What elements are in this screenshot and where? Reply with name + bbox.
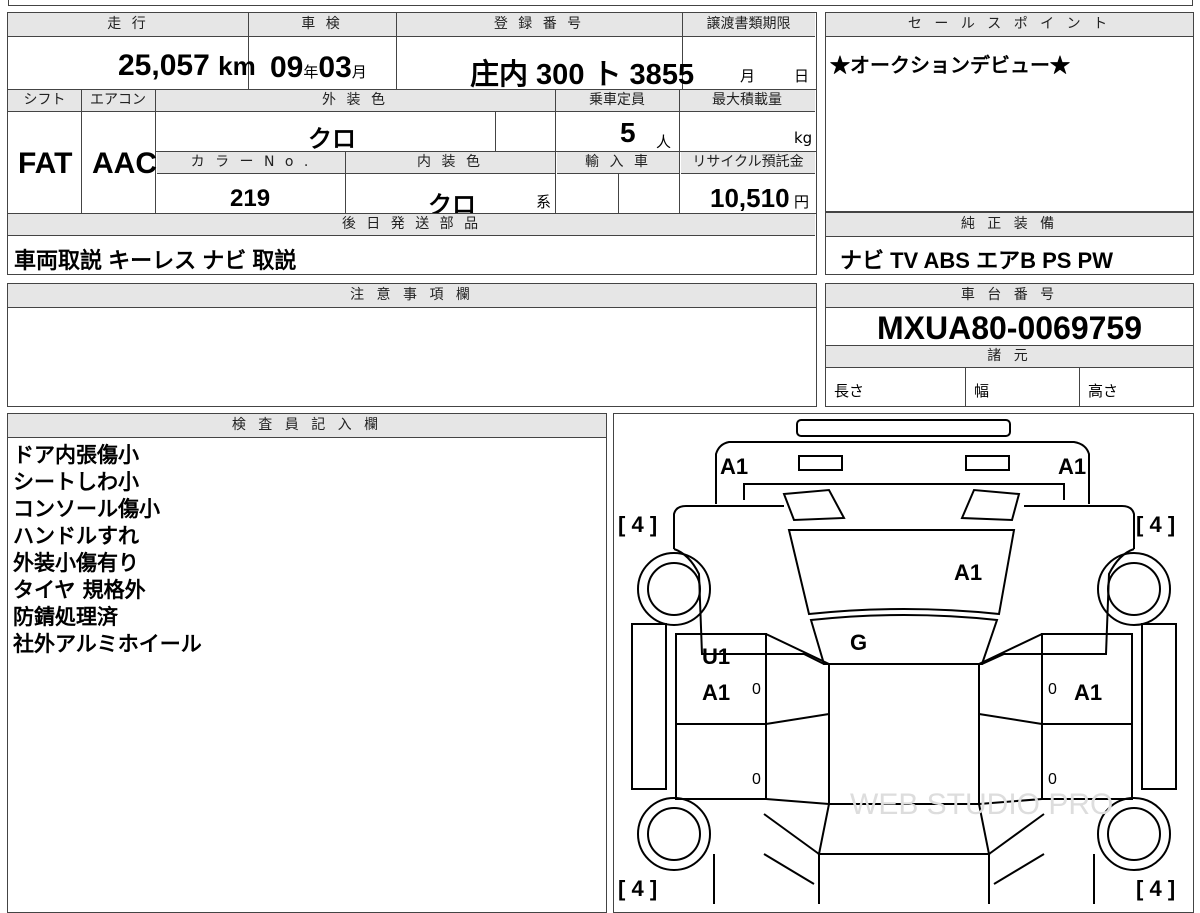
inspector-line: コンソール傷小 [13,497,160,521]
notes-box: 注 意 事 項 欄 [7,283,817,407]
color-no-value: 219 [230,185,271,212]
mark-zero: 0 [1048,771,1057,788]
inspector-line: シートしわ小 [13,470,139,494]
mark-zero: 0 [752,681,761,698]
tire-rear-left: [ 4 ] [618,876,657,901]
registration-value: 庄内 300 ト 3855 [470,59,695,91]
transfer-month-unit: 月 [740,67,756,85]
chassis-box: 車 台 番 号 MXUA80-0069759 諸 元 長さ 幅 高さ [825,283,1194,407]
car-diagram: A1 A1 A1 G U1 A1 A1 0 0 0 0 [ 4 ] [ 4 ] … [618,419,1177,904]
spec-height: 高さ [1088,382,1119,400]
recycle-unit: 円 [794,193,810,211]
mark-zero: 0 [1048,681,1057,698]
top-strip [8,0,1193,6]
mark-hood: A1 [954,560,982,585]
accessories-value: 車両取説 キーレス ナビ 取説 [14,248,297,273]
mark-left-door-2: A1 [702,680,730,705]
genuine-equipment-text: ナビ TV ABS エアB PS PW [840,248,1113,273]
mark-front-right: A1 [1058,454,1086,479]
inspector-box: 検 査 員 記 入 欄 ドア内張傷小 シートしわ小 コンソール傷小 ハンドルすれ… [7,413,607,913]
exterior-color-label: 外 装 色 [155,90,555,112]
sales-point-box: セ ー ル ス ポ イ ン ト ★オークションデビュー★ [825,12,1194,212]
recycle-label: リサイクル預託金 [681,152,815,174]
transfer-label: 譲渡書類期限 [682,13,815,37]
shift-label: シフト [8,90,81,112]
inspector-line: 外装小傷有り [13,551,139,575]
genuine-equipment-label: 純 正 装 備 [826,213,1193,237]
capacity-unit: 人 [656,133,672,151]
inspector-line: タイヤ 規格外 [13,578,146,602]
shift-value: FAT [18,147,73,180]
watermark: WEB STUDIO PRO [850,788,1113,821]
mark-zero: 0 [752,771,761,788]
mark-front-left: A1 [720,454,748,479]
mileage-value: 25,057 km [118,49,256,82]
inspector-label: 検 査 員 記 入 欄 [8,414,606,438]
genuine-equipment-box: 純 正 装 備 ナビ TV ABS エアB PS PW [825,212,1194,275]
inspector-line: 社外アルミホイール [13,632,202,656]
sales-point-text: ★オークションデビュー★ [830,55,1070,77]
tire-front-left: [ 4 ] [618,512,657,537]
interior-color-suffix: 系 [536,193,552,211]
mark-right-door: A1 [1074,680,1102,705]
notes-label: 注 意 事 項 欄 [8,284,816,308]
max-load-unit: kg [794,129,813,147]
mark-left-door-1: U1 [702,644,730,669]
inspection-label: 車 検 [248,13,396,37]
tire-rear-right: [ 4 ] [1136,876,1175,901]
vehicle-info-table: 走 行 車 検 登 録 番 号 譲渡書類期限 25,057 km 09年03月 … [7,12,817,275]
interior-color-label: 内 装 色 [345,152,555,174]
max-load-label: 最大積載量 [679,90,815,112]
transfer-day-unit: 日 [794,67,810,85]
spec-length: 長さ [834,382,865,400]
color-no-label: カ ラ ー N o . [157,152,345,174]
chassis-label: 車 台 番 号 [826,284,1193,308]
inspector-line: 防錆処理済 [13,605,118,629]
import-label: 輸 入 車 [557,152,679,174]
inspector-lines: ドア内張傷小 シートしわ小 コンソール傷小 ハンドルすれ 外装小傷有り タイヤ … [13,442,202,658]
tire-front-right: [ 4 ] [1136,512,1175,537]
ac-value: AAC [92,147,157,180]
car-diagram-box: A1 A1 A1 G U1 A1 A1 0 0 0 0 [ 4 ] [ 4 ] … [613,413,1194,913]
inspector-line: ドア内張傷小 [13,443,139,467]
sales-point-label: セ ー ル ス ポ イ ン ト [826,13,1193,37]
ac-label: エアコン [81,90,155,112]
mark-windshield: G [850,630,867,655]
chassis-value: MXUA80-0069759 [876,310,1143,346]
spec-width: 幅 [974,382,990,400]
inspector-line: ハンドルすれ [13,524,139,548]
registration-label: 登 録 番 号 [396,13,682,37]
capacity-value: 5 [620,117,636,148]
mileage-label: 走 行 [8,13,248,37]
inspection-date: 09年03月 [270,51,367,84]
capacity-label: 乗車定員 [555,90,679,112]
recycle-value: 10,510 [710,183,790,213]
exterior-color-value: クロ [308,126,356,153]
accessories-label: 後 日 発 送 部 品 [8,214,815,236]
specs-label: 諸 元 [826,346,1193,368]
